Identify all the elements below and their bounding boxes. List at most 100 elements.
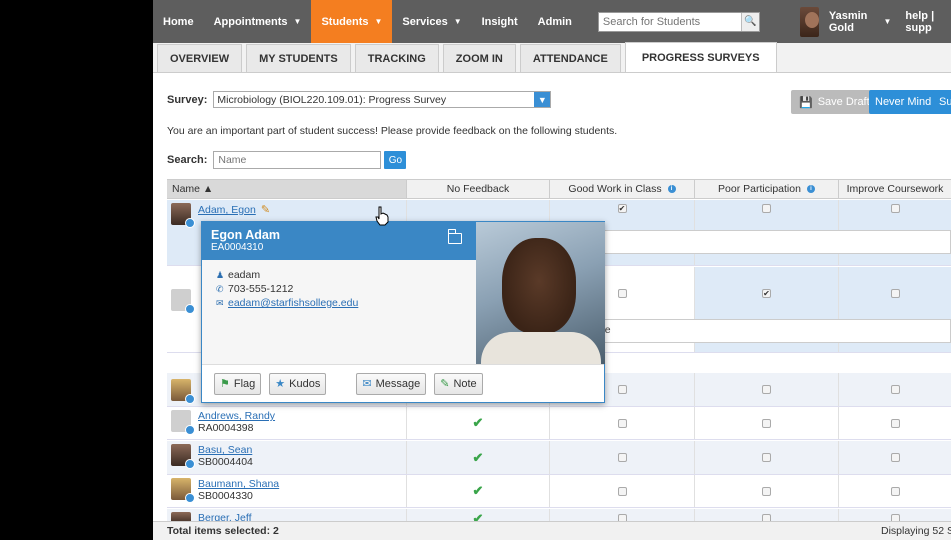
no-feedback-cell[interactable]: ✔ <box>407 407 550 439</box>
tab-tracking[interactable]: TRACKING <box>354 44 439 72</box>
student-id: SB0004330 <box>198 490 253 502</box>
folder-icon[interactable] <box>447 229 462 244</box>
name-search-row: Search: Go <box>167 151 407 169</box>
nav-students[interactable]: Students ▼ <box>311 0 393 43</box>
username-line: ♟ eadam <box>216 268 462 282</box>
student-avatar[interactable] <box>171 289 195 314</box>
comment-textarea[interactable]: nents here <box>556 319 951 343</box>
column-improve-coursework[interactable]: Improve Coursework <box>839 180 951 198</box>
student-avatar[interactable] <box>171 410 195 435</box>
column-good-work[interactable]: Good Work in Class i <box>550 180 695 198</box>
improve-coursework-checkbox[interactable] <box>890 385 900 394</box>
search-badge-icon <box>185 304 195 314</box>
save-draft-label: Save Draft <box>817 96 870 108</box>
student-avatar[interactable] <box>171 444 195 469</box>
no-feedback-cell[interactable]: ✔ <box>407 475 550 507</box>
improve-coursework-checkbox[interactable] <box>890 204 900 213</box>
hover-card-username: eadam <box>228 269 261 281</box>
nav-home-label: Home <box>163 15 194 28</box>
good-work-checkbox[interactable] <box>617 486 627 496</box>
table-row[interactable]: Andrews, Randy RA0004398 ✔ <box>167 407 951 440</box>
nav-services-label: Services <box>402 15 448 28</box>
nav-appointments[interactable]: Appointments ▼ <box>204 0 312 43</box>
nav-services[interactable]: Services ▼ <box>392 0 471 43</box>
improve-coursework-checkbox[interactable] <box>890 453 900 462</box>
column-no-feedback[interactable]: No Feedback <box>407 180 550 198</box>
user-menu[interactable]: Yasmin Gold ▼ <box>799 6 891 37</box>
save-icon: 💾 <box>799 96 813 109</box>
good-work-checkbox[interactable] <box>617 453 627 462</box>
checkmark-icon: ✔ <box>472 449 484 465</box>
tab-overview[interactable]: OVERVIEW <box>157 44 243 72</box>
tab-attendance[interactable]: ATTENDANCE <box>519 44 621 72</box>
column-name[interactable]: Name ▲ <box>167 180 407 198</box>
tab-progress-surveys[interactable]: PROGRESS SURVEYS <box>624 42 777 72</box>
search-icon[interactable]: 🔍 <box>740 12 759 31</box>
table-row[interactable]: Basu, Sean SB0004404 ✔ <box>167 441 951 475</box>
help-link[interactable]: help | supp <box>905 10 951 34</box>
poor-participation-checkbox[interactable]: ✔ <box>762 289 771 298</box>
nav-insight-label: Insight <box>481 15 518 28</box>
poor-participation-checkbox[interactable] <box>762 204 771 213</box>
student-name-link[interactable]: Baumann, Shana <box>198 478 279 490</box>
flag-button[interactable]: ⚑ Flag <box>214 372 262 395</box>
user-name: Yasmin Gold <box>828 9 868 34</box>
nav-appointments-label: Appointments <box>213 15 288 28</box>
table-header: Name ▲ No Feedback Good Work in Class i P… <box>167 179 951 199</box>
note-button[interactable]: ✎ Note <box>434 372 483 395</box>
nav-insight[interactable]: Insight <box>472 0 528 43</box>
edit-icon[interactable]: ✎ <box>261 204 270 216</box>
student-photo <box>476 222 605 364</box>
poor-participation-cell <box>695 475 839 507</box>
good-work-checkbox[interactable] <box>617 385 627 394</box>
good-work-checkbox[interactable] <box>617 418 627 428</box>
poor-participation-checkbox[interactable] <box>762 385 771 394</box>
caret-down-icon: ▼ <box>453 17 462 26</box>
name-search-input[interactable] <box>213 151 382 169</box>
column-poor-participation[interactable]: Poor Participation i <box>695 180 839 198</box>
tab-my-students[interactable]: MY STUDENTS <box>246 44 351 72</box>
good-work-cell <box>550 441 695 474</box>
chevron-down-icon[interactable]: ▼ <box>534 92 551 107</box>
table-row[interactable]: Baumann, Shana SB0004330 ✔ <box>167 475 951 508</box>
poor-participation-checkbox[interactable] <box>762 453 771 462</box>
tab-zoom-in[interactable]: ZOOM IN <box>442 44 516 72</box>
never-mind-button[interactable]: Never Mind <box>869 90 938 114</box>
photo-face <box>502 238 576 334</box>
student-name-link[interactable]: Adam, Egon <box>198 204 256 216</box>
message-button[interactable]: ✉ Message <box>356 372 427 395</box>
student-name-link[interactable]: Andrews, Randy <box>198 410 275 422</box>
improve-coursework-checkbox[interactable] <box>890 418 900 428</box>
nav-home[interactable]: Home <box>153 0 204 43</box>
good-work-checkbox[interactable] <box>617 289 627 298</box>
poor-participation-checkbox[interactable] <box>762 486 771 496</box>
poor-participation-checkbox[interactable] <box>762 418 771 428</box>
hover-card-actions: ⚑ Flag ★ Kudos ✉ Message ✎ Note <box>202 364 604 402</box>
student-avatar[interactable] <box>171 379 195 404</box>
flag-icon: ⚑ <box>220 378 230 390</box>
no-feedback-cell[interactable]: ✔ <box>407 441 550 474</box>
save-draft-button[interactable]: 💾 Save Draft <box>791 90 878 114</box>
student-avatar[interactable] <box>171 203 195 228</box>
hover-card-email[interactable]: eadam@starfishsollege.edu <box>228 297 358 309</box>
top-navigation: Home Appointments ▼ Students ▼ Services ▼ I… <box>153 0 951 43</box>
student-avatar[interactable] <box>171 478 195 503</box>
go-button[interactable]: Go <box>384 151 407 169</box>
good-work-checkbox[interactable]: ✔ <box>617 204 627 213</box>
improve-coursework-checkbox[interactable] <box>890 289 900 298</box>
student-hover-card: Egon Adam EA0004310 ♟ eadam ✆ 703-555-1212… <box>201 221 605 403</box>
star-icon: ★ <box>275 378 286 390</box>
nav-admin[interactable]: Admin <box>528 0 582 43</box>
student-name-link[interactable]: Basu, Sean <box>198 444 253 456</box>
submit-button[interactable]: Su <box>933 90 951 114</box>
info-icon[interactable]: i <box>806 185 815 193</box>
app-window: Home Appointments ▼ Students ▼ Services ▼ I… <box>153 0 951 540</box>
survey-select[interactable]: Microbiology (BIOL220.109.01): Progress … <box>213 91 552 108</box>
caret-down-icon: ▼ <box>293 17 302 26</box>
comment-textarea[interactable]: eat job! <box>556 230 951 254</box>
improve-coursework-checkbox[interactable] <box>890 486 900 496</box>
checkmark-icon: ✔ <box>472 415 484 430</box>
info-icon[interactable]: i <box>667 185 676 193</box>
kudos-button[interactable]: ★ Kudos <box>269 372 327 395</box>
student-search-input[interactable] <box>598 15 741 28</box>
